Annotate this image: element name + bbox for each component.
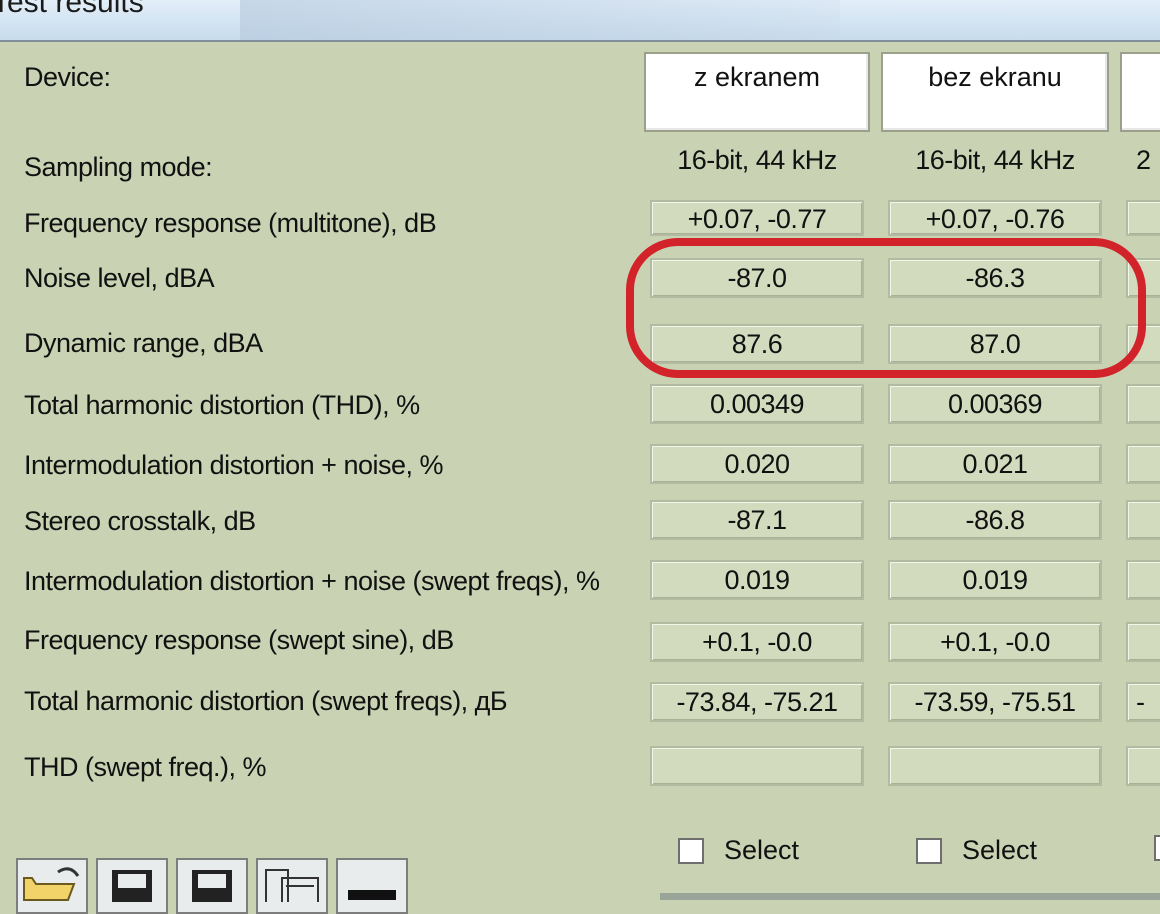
highlight-annotation xyxy=(626,238,1146,378)
result-cell: +0.1, -0.0 xyxy=(650,622,864,662)
select-checkbox-2[interactable]: Select xyxy=(916,835,1037,866)
result-cell xyxy=(1126,200,1160,236)
minimize-icon xyxy=(348,890,396,900)
copy-icon xyxy=(265,869,319,905)
window-title: Test results xyxy=(0,0,144,19)
minimize-button[interactable] xyxy=(336,858,408,914)
row-label-dynamic-range: Dynamic range, dBA xyxy=(24,328,263,358)
result-cell: +0.1, -0.0 xyxy=(888,622,1102,662)
result-cell: 0.020 xyxy=(650,444,864,484)
result-cell xyxy=(1126,500,1160,540)
open-button[interactable] xyxy=(16,858,88,914)
row-label-frequency-response-swept: Frequency response (swept sine), dB xyxy=(24,625,454,655)
row-label-frequency-response-multitone: Frequency response (multitone), dB xyxy=(24,208,437,238)
checkbox-box[interactable] xyxy=(1154,835,1160,861)
window-titlebar: Test results xyxy=(0,0,1160,42)
row-label-thd-swept: Total harmonic distortion (swept freqs),… xyxy=(24,686,508,716)
horizontal-scrollbar[interactable] xyxy=(660,893,1160,900)
checkbox-box[interactable] xyxy=(916,837,942,864)
titlebar-background-text xyxy=(240,0,840,40)
save-as-icon xyxy=(192,870,232,906)
result-cell: -86.8 xyxy=(888,500,1102,540)
save-as-button[interactable] xyxy=(176,858,248,914)
result-cell xyxy=(650,746,864,786)
device-name-box-2[interactable]: bez ekranu xyxy=(881,52,1109,132)
result-cell xyxy=(1126,560,1160,600)
copy-button[interactable] xyxy=(256,858,328,914)
select-checkbox-3[interactable] xyxy=(1154,835,1160,861)
result-cell xyxy=(1126,444,1160,484)
result-cell: -73.84, -75.21 xyxy=(650,682,864,722)
result-cell: 0.019 xyxy=(650,560,864,600)
result-cell: -73.59, -75.51 xyxy=(888,682,1102,722)
sampling-mode-value-1: 16-bit, 44 kHz xyxy=(677,145,837,175)
result-cell: 0.00349 xyxy=(650,384,864,424)
row-label-thd-swept-percent: THD (swept freq.), % xyxy=(24,752,267,782)
device-name-box-3[interactable] xyxy=(1120,52,1160,132)
select-label: Select xyxy=(724,835,800,865)
row-label-imd-swept: Intermodulation distortion + noise (swep… xyxy=(24,566,600,596)
result-cell: -87.1 xyxy=(650,500,864,540)
sampling-mode-value-3: 2 xyxy=(1136,145,1151,175)
result-cell xyxy=(1126,384,1160,424)
result-cell xyxy=(1126,746,1160,786)
result-cell: 0.019 xyxy=(888,560,1102,600)
result-cell: +0.07, -0.77 xyxy=(650,200,864,236)
device-name-box-1[interactable]: z ekranem xyxy=(644,52,870,132)
result-cell: +0.07, -0.76 xyxy=(888,200,1102,236)
select-label: Select xyxy=(962,835,1038,865)
open-folder-icon xyxy=(23,867,80,901)
select-checkbox-1[interactable]: Select xyxy=(678,835,799,866)
save-icon xyxy=(112,870,152,906)
row-label-thd: Total harmonic distortion (THD), % xyxy=(24,390,420,420)
checkbox-box[interactable] xyxy=(678,837,704,864)
row-label-imd-noise: Intermodulation distortion + noise, % xyxy=(24,450,444,480)
result-cell xyxy=(888,746,1102,786)
row-label-noise-level: Noise level, dBA xyxy=(24,263,215,293)
result-cell xyxy=(1126,622,1160,662)
result-cell: 0.021 xyxy=(888,444,1102,484)
save-button[interactable] xyxy=(96,858,168,914)
row-label-stereo-crosstalk: Stereo crosstalk, dB xyxy=(24,506,256,536)
result-cell: - xyxy=(1126,682,1160,722)
device-label: Device: xyxy=(24,62,111,92)
result-cell: 0.00369 xyxy=(888,384,1102,424)
sampling-mode-label: Sampling mode: xyxy=(24,152,213,182)
sampling-mode-value-2: 16-bit, 44 kHz xyxy=(915,145,1075,175)
